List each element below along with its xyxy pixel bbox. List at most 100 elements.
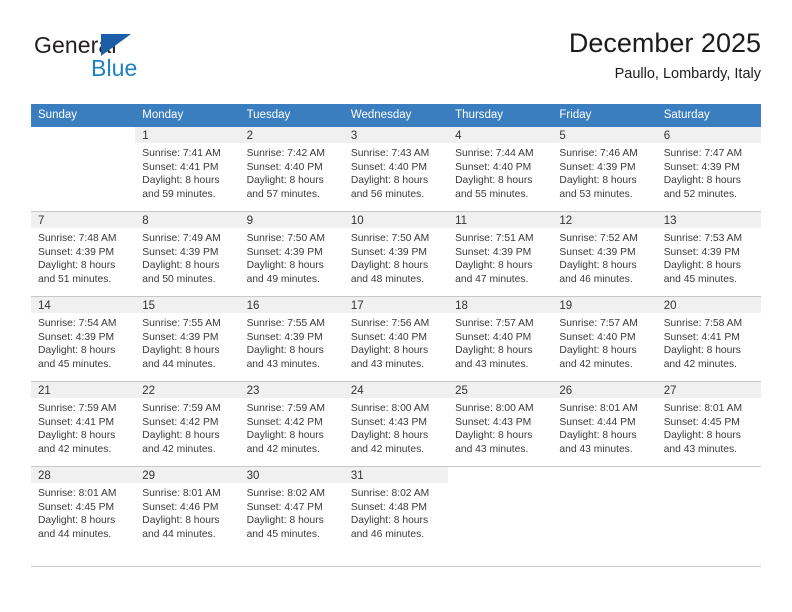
- day-cell[interactable]: 8 Sunrise: 7:49 AM Sunset: 4:39 PM Daylight…: [135, 211, 240, 297]
- day-cell[interactable]: 2 Sunrise: 7:42 AM Sunset: 4:40 PM Daylight…: [239, 127, 344, 212]
- daylight-duration-line2: and 42 minutes.: [350, 443, 425, 455]
- daylight-duration-line2: and 59 minutes.: [142, 188, 216, 200]
- day-cell[interactable]: 7 Sunrise: 7:48 AM Sunset: 4:39 PM Daylight…: [31, 211, 136, 297]
- day-cell[interactable]: 25 Sunrise: 8:00 AM Sunset: 4:43 PM Dayligh…: [448, 381, 553, 467]
- daylight-duration-line2: and 45 minutes.: [38, 358, 112, 370]
- daylight-duration-line1: Daylight: 8 hours: [142, 345, 220, 357]
- day-cell[interactable]: 4 Sunrise: 7:44 AM Sunset: 4:40 PM Daylight…: [448, 127, 553, 212]
- day-cell[interactable]: 18 Sunrise: 7:57 AM Sunset: 4:40 PM Dayligh…: [448, 296, 553, 382]
- calendar-header-row: Sunday Monday Tuesday Wednesday Thursday…: [31, 104, 761, 127]
- daylight-duration-line1: Daylight: 8 hours: [38, 345, 116, 357]
- daylight-duration-line2: and 44 minutes.: [142, 358, 216, 370]
- daylight-duration-line2: and 57 minutes.: [246, 188, 320, 200]
- day-cell[interactable]: 12 Sunrise: 7:52 AM Sunset: 4:39 PM Dayligh…: [552, 211, 657, 297]
- daylight-duration-line1: Daylight: 8 hours: [663, 430, 741, 442]
- daylight-duration-line2: and 50 minutes.: [142, 273, 216, 285]
- sunset-time: Sunset: 4:39 PM: [38, 331, 115, 343]
- day-details: Sunrise: 7:58 AM Sunset: 4:41 PM Daylight:…: [657, 313, 761, 371]
- day-cell[interactable]: 23 Sunrise: 7:59 AM Sunset: 4:42 PM Dayligh…: [239, 381, 344, 467]
- calendar-body: 1 Sunrise: 7:41 AM Sunset: 4:41 PM Daylight…: [31, 127, 761, 551]
- day-details: Sunrise: 7:59 AM Sunset: 4:42 PM Daylight:…: [240, 398, 344, 456]
- sunset-time: Sunset: 4:39 PM: [246, 331, 323, 343]
- day-cell[interactable]: 9 Sunrise: 7:50 AM Sunset: 4:39 PM Daylight…: [239, 211, 344, 297]
- grid-bottom-rule: [31, 566, 761, 567]
- day-number: 27: [656, 382, 761, 398]
- day-cell-empty: [31, 127, 135, 212]
- title-block: December 2025 Paullo, Lombardy, Italy: [569, 26, 761, 84]
- day-details: Sunrise: 8:00 AM Sunset: 4:43 PM Daylight:…: [448, 398, 552, 456]
- day-number: 30: [239, 467, 344, 483]
- day-cell[interactable]: 29 Sunrise: 8:01 AM Sunset: 4:46 PM Dayligh…: [135, 466, 240, 551]
- sunrise-time: Sunrise: 7:41 AM: [142, 148, 221, 159]
- day-number: [31, 127, 135, 143]
- sunrise-time: Sunrise: 7:44 AM: [455, 148, 534, 159]
- day-cell[interactable]: 15 Sunrise: 7:55 AM Sunset: 4:39 PM Dayligh…: [135, 296, 240, 382]
- sunrise-time: Sunrise: 7:50 AM: [246, 233, 325, 244]
- sunset-time: Sunset: 4:40 PM: [246, 161, 323, 173]
- day-cell[interactable]: 13 Sunrise: 7:53 AM Sunset: 4:39 PM Dayligh…: [656, 211, 761, 297]
- daylight-duration-line2: and 44 minutes.: [142, 528, 216, 540]
- weekday-header-tuesday: Tuesday: [239, 104, 344, 127]
- day-number: 28: [31, 467, 136, 483]
- day-number: 8: [135, 212, 240, 228]
- sunrise-time: Sunrise: 7:50 AM: [350, 233, 430, 244]
- day-cell[interactable]: 11 Sunrise: 7:51 AM Sunset: 4:39 PM Dayligh…: [448, 211, 553, 297]
- sunset-time: Sunset: 4:40 PM: [350, 161, 427, 173]
- day-cell[interactable]: 22 Sunrise: 7:59 AM Sunset: 4:42 PM Dayligh…: [135, 381, 240, 467]
- day-details: Sunrise: 7:51 AM Sunset: 4:39 PM Daylight:…: [448, 228, 552, 286]
- sunrise-time: Sunrise: 7:56 AM: [350, 318, 430, 329]
- triangle-flag-icon: [101, 34, 131, 56]
- day-number: 31: [343, 467, 449, 483]
- day-cell[interactable]: 24 Sunrise: 8:00 AM Sunset: 4:43 PM Dayligh…: [343, 381, 449, 467]
- daylight-duration-line1: Daylight: 8 hours: [350, 515, 429, 527]
- daylight-duration-line1: Daylight: 8 hours: [38, 430, 116, 442]
- day-cell[interactable]: 21 Sunrise: 7:59 AM Sunset: 4:41 PM Dayligh…: [31, 381, 136, 467]
- weekday-header-saturday: Saturday: [656, 104, 761, 127]
- weekday-header-monday: Monday: [135, 104, 240, 127]
- day-number: 9: [239, 212, 344, 228]
- day-cell[interactable]: 20 Sunrise: 7:58 AM Sunset: 4:41 PM Dayligh…: [656, 296, 761, 382]
- day-number: 26: [552, 382, 657, 398]
- daylight-duration-line2: and 49 minutes.: [246, 273, 320, 285]
- calendar-week-row: 7 Sunrise: 7:48 AM Sunset: 4:39 PM Daylight…: [31, 211, 761, 297]
- day-details: Sunrise: 7:54 AM Sunset: 4:39 PM Daylight:…: [31, 313, 135, 371]
- day-number: 13: [656, 212, 761, 228]
- day-cell[interactable]: 3 Sunrise: 7:43 AM Sunset: 4:40 PM Daylight…: [343, 127, 449, 212]
- day-cell[interactable]: 10 Sunrise: 7:50 AM Sunset: 4:39 PM Dayligh…: [343, 211, 449, 297]
- day-cell[interactable]: 17 Sunrise: 7:56 AM Sunset: 4:40 PM Dayligh…: [343, 296, 449, 382]
- day-cell[interactable]: 16 Sunrise: 7:55 AM Sunset: 4:39 PM Dayligh…: [239, 296, 344, 382]
- daylight-duration-line1: Daylight: 8 hours: [559, 430, 637, 442]
- sunset-time: Sunset: 4:40 PM: [350, 331, 427, 343]
- day-cell[interactable]: 30 Sunrise: 8:02 AM Sunset: 4:47 PM Dayligh…: [239, 466, 344, 551]
- daylight-duration-line2: and 55 minutes.: [455, 188, 529, 200]
- day-cell[interactable]: 5 Sunrise: 7:46 AM Sunset: 4:39 PM Daylight…: [552, 127, 657, 212]
- daylight-duration-line1: Daylight: 8 hours: [38, 515, 116, 527]
- day-cell[interactable]: 28 Sunrise: 8:01 AM Sunset: 4:45 PM Dayligh…: [31, 466, 136, 551]
- sunset-time: Sunset: 4:40 PM: [455, 161, 532, 173]
- calendar-page: General Blue December 2025 Paullo, Lomba…: [0, 0, 792, 612]
- day-cell[interactable]: 19 Sunrise: 7:57 AM Sunset: 4:40 PM Dayligh…: [552, 296, 657, 382]
- day-cell[interactable]: 14 Sunrise: 7:54 AM Sunset: 4:39 PM Dayligh…: [31, 296, 136, 382]
- day-cell[interactable]: 26 Sunrise: 8:01 AM Sunset: 4:44 PM Dayligh…: [552, 381, 657, 467]
- day-number: 29: [135, 467, 240, 483]
- sunset-time: Sunset: 4:39 PM: [38, 246, 115, 258]
- day-number: 11: [448, 212, 553, 228]
- day-number: 23: [239, 382, 344, 398]
- day-cell[interactable]: 6 Sunrise: 7:47 AM Sunset: 4:39 PM Daylight…: [656, 127, 761, 212]
- day-cell[interactable]: 27 Sunrise: 8:01 AM Sunset: 4:45 PM Dayligh…: [656, 381, 761, 467]
- sunset-time: Sunset: 4:45 PM: [38, 501, 115, 513]
- sunrise-time: Sunrise: 8:00 AM: [350, 403, 430, 414]
- day-number: 16: [239, 297, 344, 313]
- day-cell[interactable]: 1 Sunrise: 7:41 AM Sunset: 4:41 PM Daylight…: [135, 127, 240, 212]
- day-cell[interactable]: 31 Sunrise: 8:02 AM Sunset: 4:48 PM Dayligh…: [343, 466, 449, 551]
- calendar-week-row: 14 Sunrise: 7:54 AM Sunset: 4:39 PM Dayligh…: [31, 296, 761, 382]
- sunset-time: Sunset: 4:41 PM: [38, 416, 115, 428]
- day-details: Sunrise: 7:53 AM Sunset: 4:39 PM Daylight:…: [657, 228, 761, 286]
- brand-logo[interactable]: General Blue: [31, 32, 231, 88]
- daylight-duration-line2: and 43 minutes.: [350, 358, 425, 370]
- daylight-duration-line2: and 45 minutes.: [246, 528, 320, 540]
- sunset-time: Sunset: 4:43 PM: [455, 416, 532, 428]
- sunset-time: Sunset: 4:39 PM: [246, 246, 323, 258]
- daylight-duration-line1: Daylight: 8 hours: [455, 430, 533, 442]
- daylight-duration-line2: and 48 minutes.: [350, 273, 425, 285]
